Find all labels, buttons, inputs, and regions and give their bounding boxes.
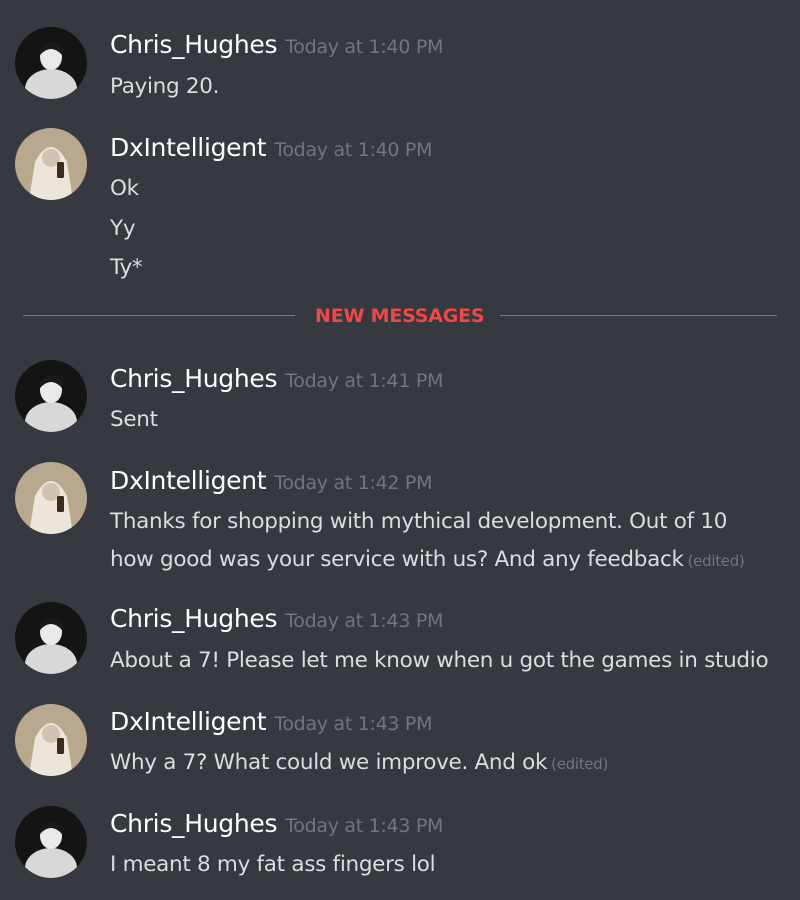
username[interactable]: DxIntelligent [110,466,267,495]
divider-line-left [23,315,295,316]
timestamp: Today at 1:42 PM [274,472,433,494]
username[interactable]: Chris_Hughes [110,809,278,838]
message-header: DxIntelligent Today at 1:40 PM [110,133,432,162]
avatar-dxintelligent-icon[interactable] [15,462,87,534]
message-text: I meant 8 my fat ass fingers lol [110,852,436,877]
timestamp: Today at 1:41 PM [285,370,444,392]
message-text: how good was your service with us? And a… [110,547,745,572]
edited-label: (edited) [551,755,608,773]
message-header: Chris_Hughes Today at 1:41 PM [110,364,443,393]
avatar-chris-hughes-icon[interactable] [15,602,87,674]
avatar-chris-hughes-icon[interactable] [15,360,87,432]
username[interactable]: Chris_Hughes [110,364,278,393]
username[interactable]: Chris_Hughes [110,30,278,59]
edited-label: (edited) [687,552,745,570]
divider-line-right [500,315,777,316]
username[interactable]: Chris_Hughes [110,604,278,633]
new-messages-divider: NEW MESSAGES [23,305,777,327]
message-text: Sent [110,407,158,432]
message-text: Yy [110,216,136,241]
message-header: Chris_Hughes Today at 1:40 PM [110,30,443,59]
message-header: DxIntelligent Today at 1:43 PM [110,707,432,736]
timestamp: Today at 1:40 PM [285,36,444,58]
username[interactable]: DxIntelligent [110,707,267,736]
avatar-chris-hughes-icon[interactable] [15,806,87,878]
timestamp: Today at 1:43 PM [285,815,444,837]
message-text: Paying 20. [110,74,220,99]
avatar-dxintelligent-icon[interactable] [15,128,87,200]
message-text-content: Why a 7? What could we improve. And ok [110,750,548,775]
message-text: Thanks for shopping with mythical develo… [110,509,728,534]
message-text: About a 7! Please let me know when u got… [110,648,769,673]
message-text: Ty* [110,255,143,280]
message-header: Chris_Hughes Today at 1:43 PM [110,604,443,633]
avatar-chris-hughes-icon[interactable] [15,27,87,99]
avatar-dxintelligent-icon[interactable] [15,704,87,776]
message-header: Chris_Hughes Today at 1:43 PM [110,809,443,838]
message-text: Ok [110,176,139,201]
message-text: Why a 7? What could we improve. And ok (e… [110,750,608,775]
username[interactable]: DxIntelligent [110,133,267,162]
timestamp: Today at 1:40 PM [274,139,433,161]
timestamp: Today at 1:43 PM [274,713,433,735]
message-header: DxIntelligent Today at 1:42 PM [110,466,432,495]
new-messages-label: NEW MESSAGES [315,305,485,327]
timestamp: Today at 1:43 PM [285,610,444,632]
message-text-content: how good was your service with us? And a… [110,547,684,572]
